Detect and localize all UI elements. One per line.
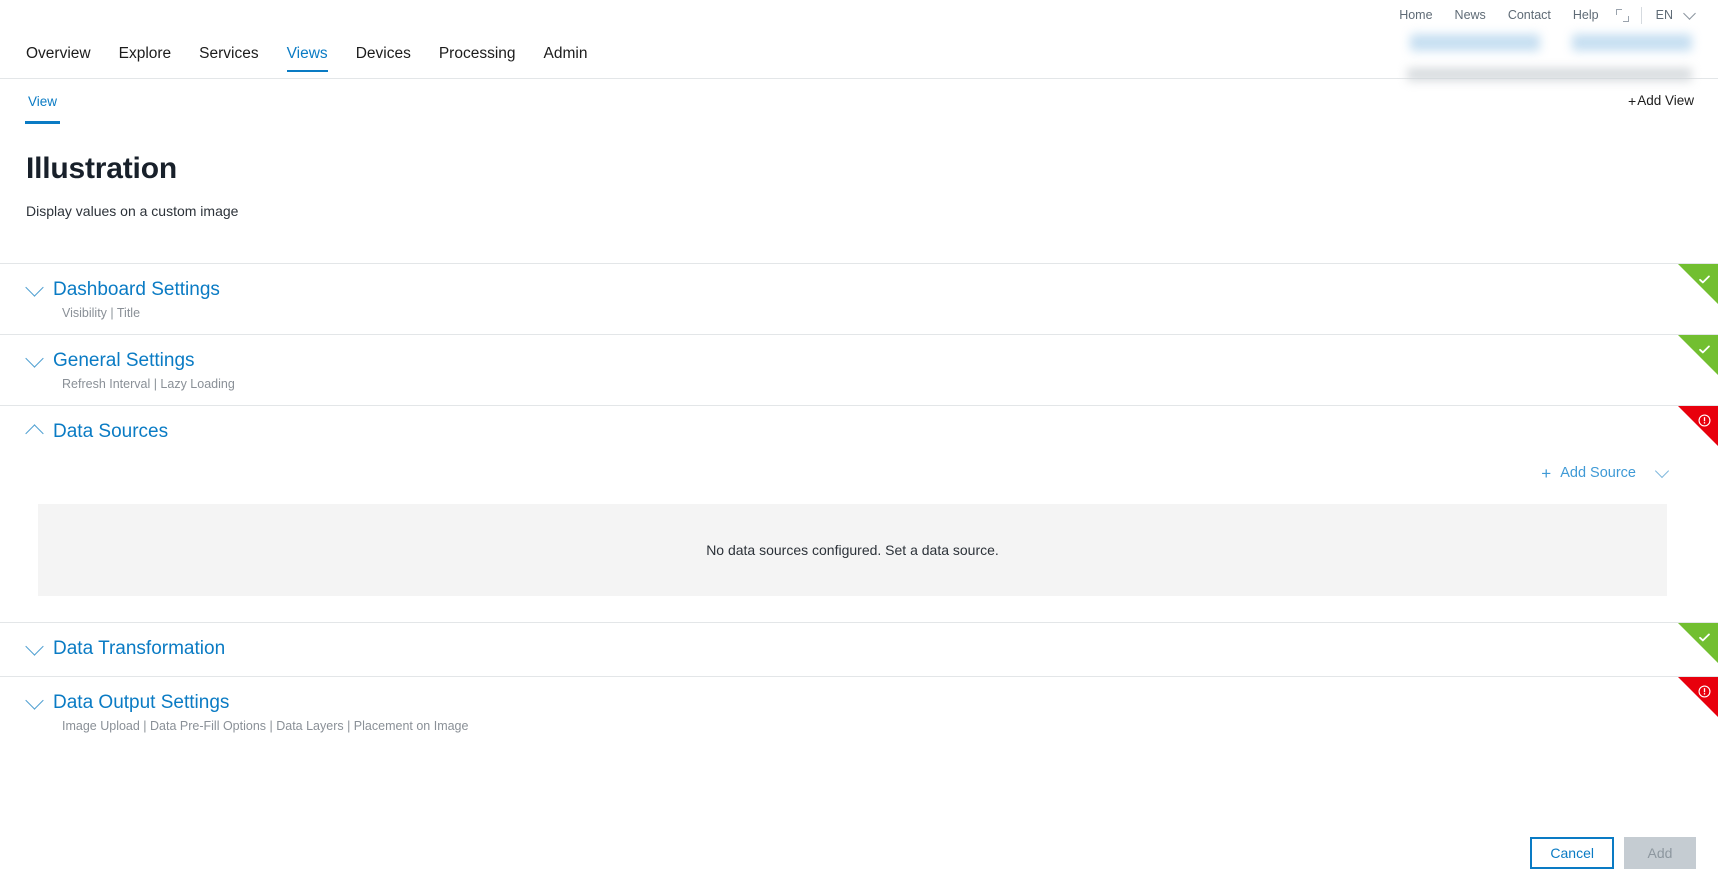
- nav-item-overview[interactable]: Overview: [26, 30, 105, 78]
- utility-link-news[interactable]: News: [1444, 0, 1497, 30]
- section-subtitle: Image Upload | Data Pre-Fill Options | D…: [62, 719, 1718, 733]
- nav-item-services[interactable]: Services: [185, 30, 272, 78]
- form-footer: Cancel Add: [0, 816, 1718, 890]
- data-sources-empty-state: No data sources configured. Set a data s…: [38, 504, 1667, 596]
- subtab-list: View: [26, 79, 59, 123]
- section-general-settings[interactable]: General Settings Refresh Interval | Lazy…: [0, 334, 1718, 405]
- subtab-bar: View + Add View: [0, 78, 1718, 122]
- utility-divider: [1641, 7, 1642, 24]
- plus-icon: +: [1541, 465, 1551, 482]
- section-title: Dashboard Settings: [53, 280, 220, 301]
- section-header-dashboard-settings[interactable]: Dashboard Settings: [26, 280, 1718, 301]
- page-subtitle: Display values on a custom image: [26, 203, 1692, 219]
- section-title: Data Transformation: [53, 639, 225, 660]
- nav-item-devices[interactable]: Devices: [342, 30, 425, 78]
- expand-icon[interactable]: [1616, 9, 1629, 22]
- chevron-down-icon[interactable]: [25, 350, 43, 368]
- data-sources-actions: + Add Source: [26, 465, 1692, 482]
- utility-bar: Home News Contact Help EN: [0, 0, 1718, 30]
- section-header-data-sources[interactable]: Data Sources: [26, 422, 1718, 443]
- nav-item-admin[interactable]: Admin: [530, 30, 602, 78]
- plus-icon: +: [1628, 94, 1636, 108]
- main-navigation: Overview Explore Services Views Devices …: [0, 30, 1718, 78]
- page-title: Illustration: [26, 152, 1692, 186]
- section-header-data-transformation[interactable]: Data Transformation: [26, 639, 1718, 660]
- section-data-output-settings[interactable]: Data Output Settings Image Upload | Data…: [0, 676, 1718, 747]
- section-subtitle: Refresh Interval | Lazy Loading: [62, 377, 1718, 391]
- utility-link-contact[interactable]: Contact: [1497, 0, 1562, 30]
- section-title: General Settings: [53, 351, 195, 372]
- chevron-down-icon[interactable]: [1655, 464, 1669, 478]
- settings-accordion: Dashboard Settings Visibility | Title Ge…: [0, 263, 1718, 747]
- tab-view[interactable]: View: [26, 81, 59, 123]
- section-header-data-output-settings[interactable]: Data Output Settings: [26, 693, 1718, 714]
- data-sources-body: + Add Source No data sources configured.…: [26, 465, 1718, 596]
- section-dashboard-settings[interactable]: Dashboard Settings Visibility | Title: [0, 263, 1718, 334]
- alert-circle-icon: [1696, 684, 1712, 700]
- chevron-down-icon[interactable]: [25, 637, 43, 655]
- section-title: Data Sources: [53, 422, 168, 443]
- chevron-down-icon[interactable]: [1683, 7, 1696, 20]
- add-source-button[interactable]: + Add Source: [1541, 465, 1667, 482]
- page-header: Illustration Display values on a custom …: [0, 122, 1718, 219]
- check-icon: [1696, 342, 1712, 358]
- alert-circle-icon: [1696, 413, 1712, 429]
- nav-item-explore[interactable]: Explore: [105, 30, 186, 78]
- section-data-sources[interactable]: Data Sources + Add Source No data source…: [0, 405, 1718, 622]
- section-subtitle: Visibility | Title: [62, 306, 1718, 320]
- section-title: Data Output Settings: [53, 693, 229, 714]
- add-button[interactable]: Add: [1624, 837, 1696, 869]
- add-source-label: Add Source: [1560, 465, 1636, 481]
- check-icon: [1696, 271, 1712, 287]
- utility-link-home[interactable]: Home: [1388, 0, 1443, 30]
- chevron-down-icon[interactable]: [25, 279, 43, 297]
- nav-item-processing[interactable]: Processing: [425, 30, 530, 78]
- empty-state-message: No data sources configured. Set a data s…: [706, 542, 999, 558]
- add-view-button[interactable]: + Add View: [1628, 93, 1694, 108]
- nav-item-views[interactable]: Views: [273, 30, 342, 78]
- utility-link-help[interactable]: Help: [1562, 0, 1610, 30]
- chevron-up-icon[interactable]: [25, 425, 43, 443]
- language-selector-label[interactable]: EN: [1656, 8, 1677, 22]
- section-header-general-settings[interactable]: General Settings: [26, 351, 1718, 372]
- section-data-transformation[interactable]: Data Transformation: [0, 622, 1718, 676]
- chevron-down-icon[interactable]: [25, 691, 43, 709]
- cancel-button[interactable]: Cancel: [1530, 837, 1614, 869]
- add-view-label: Add View: [1637, 93, 1694, 108]
- check-icon: [1696, 630, 1712, 646]
